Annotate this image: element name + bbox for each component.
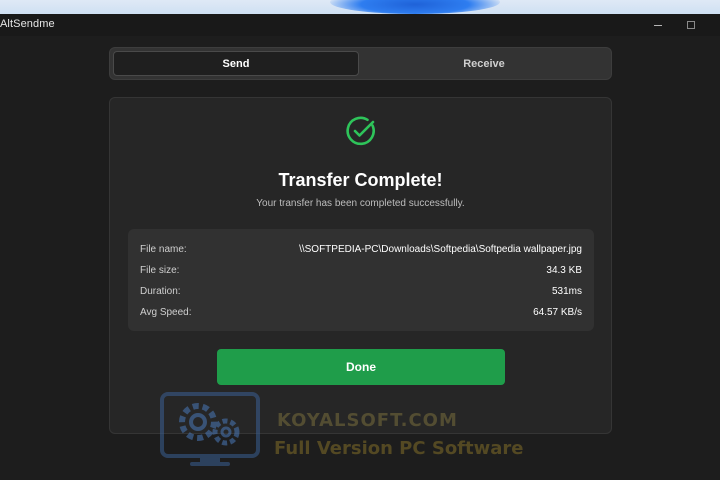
gear-monitor-icon [160,392,260,466]
maximize-button[interactable] [680,15,702,35]
detail-row-file-size: File size: 34.3 KB [140,263,582,277]
detail-label: File name: [140,243,187,255]
detail-label: Duration: [140,285,181,297]
detail-value: 531ms [551,285,582,297]
detail-row-avg-speed: Avg Speed: 64.57 KB/s [140,305,582,319]
detail-value: \\SOFTPEDIA-PC\Downloads\Softpedia\Softp… [299,243,582,255]
check-circle-icon [346,116,375,146]
title-bar[interactable]: AltSendme [0,14,720,36]
detail-label: File size: [140,264,180,276]
transfer-card: Transfer Complete! Your transfer has bee… [109,97,612,434]
done-button[interactable]: Done [217,349,505,385]
detail-label: Avg Speed: [140,306,192,318]
detail-value: 64.57 KB/s [533,306,582,318]
watermark-subtitle: Full Version PC Software [274,438,524,459]
transfer-details: File name: \\SOFTPEDIA-PC\Downloads\Soft… [128,229,594,331]
page-title: Transfer Complete! [278,170,443,190]
app-title: AltSendme [0,18,55,30]
minimize-button[interactable] [647,15,669,35]
watermark-title: KOYALSOFT.COM [277,410,458,431]
minimize-icon [654,24,662,26]
status-message: Your transfer has been completed success… [256,198,465,209]
detail-row-file-name: File name: \\SOFTPEDIA-PC\Downloads\Soft… [140,242,582,256]
maximize-icon [687,21,695,29]
wallpaper-swirl [330,0,500,14]
desktop-wallpaper [0,0,720,14]
detail-value: 34.3 KB [546,264,582,276]
tab-send[interactable]: Send [113,51,359,76]
watermark: KOYALSOFT.COM Full Version PC Software [160,390,540,470]
detail-row-duration: Duration: 531ms [140,284,582,298]
mode-tabs: Send Receive [109,47,612,80]
tab-receive[interactable]: Receive [361,51,607,76]
